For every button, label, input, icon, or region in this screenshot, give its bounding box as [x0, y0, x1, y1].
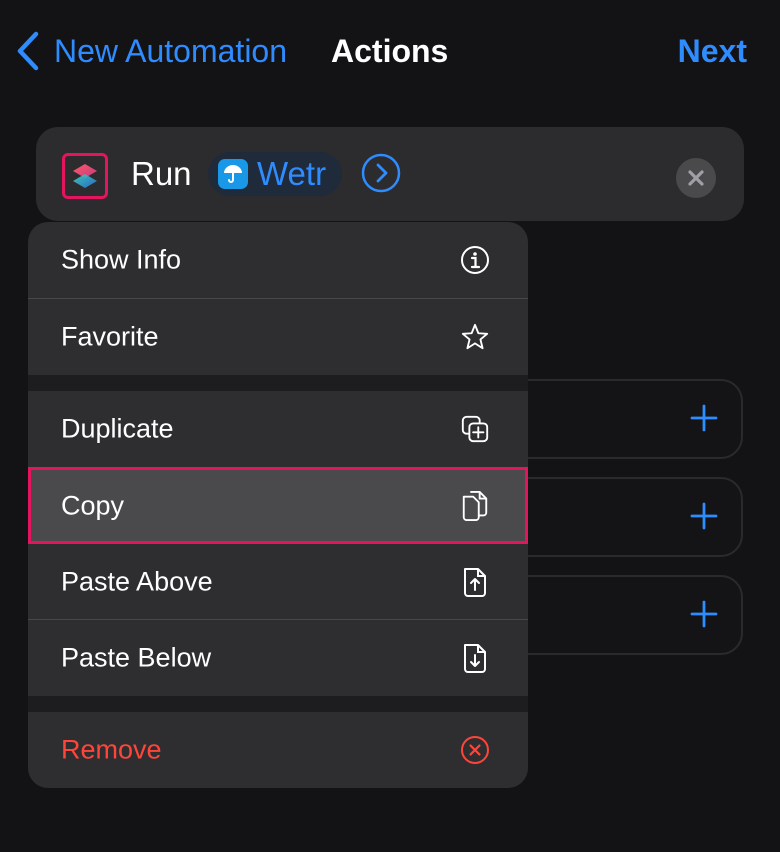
- menu-group-gap: [28, 375, 528, 391]
- menu-item-label: Copy: [61, 490, 125, 520]
- menu-item-label: Paste Below: [61, 642, 212, 673]
- document-arrow-down-icon: [460, 641, 490, 675]
- navigation-bar: New Automation Actions Next: [0, 0, 780, 100]
- context-menu: Show Info Favorite Duplicate Copy Paste …: [28, 222, 528, 788]
- run-shortcut-action-card[interactable]: Run Wetr: [36, 127, 744, 221]
- chevron-right-circle-icon[interactable]: [361, 153, 401, 193]
- remove-circle-icon: [460, 733, 490, 767]
- menu-item-label: Remove: [61, 734, 162, 765]
- run-label: Run: [131, 155, 192, 192]
- menu-item-label: Favorite: [61, 321, 159, 352]
- copy-documents-icon: [460, 489, 490, 523]
- plus-icon[interactable]: [689, 501, 719, 531]
- document-arrow-up-icon: [460, 565, 490, 599]
- menu-item-paste-below[interactable]: Paste Below: [28, 620, 528, 696]
- menu-group-gap: [28, 696, 528, 712]
- duplicate-plus-icon: [460, 412, 490, 446]
- menu-item-label: Show Info: [61, 244, 182, 275]
- shortcut-token-label: Wetr: [257, 155, 327, 192]
- star-icon: [460, 320, 490, 354]
- page-title: Actions: [331, 33, 449, 69]
- chevron-left-icon: [16, 30, 40, 72]
- menu-item-label: Paste Above: [61, 566, 213, 596]
- menu-item-label: Duplicate: [61, 413, 174, 444]
- plus-icon[interactable]: [689, 403, 719, 433]
- next-button[interactable]: Next: [678, 30, 747, 72]
- back-button[interactable]: New Automation: [16, 30, 287, 72]
- menu-item-favorite[interactable]: Favorite: [28, 299, 528, 375]
- shortcuts-icon[interactable]: [62, 153, 108, 199]
- info-circle-icon: [460, 243, 490, 277]
- menu-item-paste-above[interactable]: Paste Above: [28, 544, 528, 619]
- menu-item-copy[interactable]: Copy: [28, 467, 528, 544]
- umbrella-icon: [218, 159, 248, 189]
- shortcut-token[interactable]: Wetr: [208, 152, 342, 196]
- menu-item-show-info[interactable]: Show Info: [28, 222, 528, 298]
- close-circle-icon[interactable]: [676, 158, 716, 198]
- menu-item-duplicate[interactable]: Duplicate: [28, 391, 528, 467]
- back-button-label: New Automation: [54, 32, 288, 69]
- plus-icon[interactable]: [689, 599, 719, 629]
- menu-item-remove[interactable]: Remove: [28, 712, 528, 788]
